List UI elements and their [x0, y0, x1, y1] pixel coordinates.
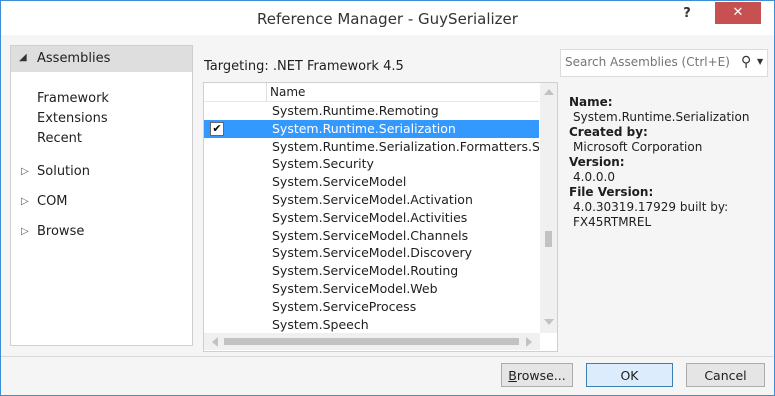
- tree-item-recent[interactable]: Recent: [37, 131, 82, 146]
- detail-file-version-value: 4.0.30319.17929 built by:: [573, 200, 729, 214]
- cancel-button[interactable]: Cancel: [686, 363, 765, 387]
- assembly-name: System.ServiceModel.Web: [272, 280, 438, 296]
- footer-divider: [1, 356, 774, 357]
- list-item[interactable]: System.Runtime.Serialization.Formatters.…: [204, 138, 539, 156]
- search-box[interactable]: ⚲ ▼: [560, 49, 768, 77]
- assembly-name: System.ServiceModel.Activities: [272, 209, 468, 225]
- detail-version-label: Version:: [569, 155, 625, 169]
- detail-file-version-label: File Version:: [569, 185, 654, 199]
- assembly-name: System.Runtime.Serialization.Formatters.…: [272, 138, 539, 154]
- list-item[interactable]: System.Security: [204, 155, 539, 173]
- browse-button[interactable]: Browse...: [501, 363, 573, 387]
- detail-file-version-extra: FX45RTMREL: [573, 215, 652, 229]
- checkbox-checked[interactable]: ✔: [210, 121, 224, 136]
- collapsed-triangle-icon[interactable]: ▷: [21, 166, 29, 177]
- window-title: Reference Manager - GuySerializer: [257, 10, 518, 28]
- targeting-label: Targeting: .NET Framework 4.5: [204, 59, 404, 74]
- tree-node-label: Assemblies: [37, 51, 111, 66]
- detail-created-value: Microsoft Corporation: [573, 140, 703, 154]
- tree-item-framework[interactable]: Framework: [37, 91, 109, 106]
- assembly-details: Name: System.Runtime.Serialization Creat…: [569, 95, 769, 230]
- list-item[interactable]: System.ServiceModel.Web: [204, 280, 539, 298]
- tree-item-extensions[interactable]: Extensions: [37, 111, 108, 126]
- assembly-rows: System.Runtime.Remoting ✔ System.Runtime.S…: [204, 102, 539, 333]
- list-item[interactable]: System.ServiceModel.Channels: [204, 227, 539, 245]
- list-item[interactable]: System.Runtime.Remoting: [204, 102, 539, 120]
- column-header-name[interactable]: Name: [270, 85, 305, 99]
- vertical-scrollbar[interactable]: [540, 83, 557, 333]
- tree-node-browse[interactable]: Browse: [37, 224, 84, 239]
- list-item[interactable]: System.ServiceModel.Activities: [204, 209, 539, 227]
- list-item[interactable]: ✔ System.Runtime.Serialization: [204, 119, 539, 138]
- tree-node-solution[interactable]: Solution: [37, 164, 90, 179]
- close-button[interactable]: ✕: [715, 2, 761, 24]
- tree-node-com[interactable]: COM: [37, 194, 68, 209]
- assembly-name: System.ServiceProcess: [272, 298, 417, 314]
- help-button[interactable]: ?: [673, 3, 701, 25]
- browse-button-label: rowse...: [516, 368, 566, 383]
- collapsed-triangle-icon[interactable]: ▷: [21, 196, 29, 207]
- assembly-name: System.ServiceModel.Discovery: [272, 245, 473, 261]
- collapsed-triangle-icon[interactable]: ▷: [21, 226, 29, 237]
- list-item[interactable]: System.Speech: [204, 316, 539, 334]
- list-item[interactable]: System.ServiceModel: [204, 173, 539, 191]
- assembly-list[interactable]: Name System.Runtime.Remoting ✔ System.Runt…: [203, 82, 558, 352]
- assembly-name: System.Runtime.Serialization: [272, 120, 456, 136]
- detail-name-value: System.Runtime.Serialization: [573, 110, 750, 124]
- scroll-down-icon[interactable]: [544, 319, 554, 325]
- assembly-name: System.ServiceModel: [272, 174, 407, 190]
- scroll-right-icon[interactable]: [526, 337, 532, 347]
- chevron-down-icon[interactable]: ▼: [757, 57, 763, 66]
- category-tree: ◢ Assemblies Framework Extensions Recent…: [10, 45, 193, 346]
- search-icon[interactable]: ⚲: [741, 54, 751, 70]
- search-input[interactable]: [565, 53, 735, 71]
- scroll-left-icon[interactable]: [212, 337, 218, 347]
- list-item[interactable]: System.ServiceModel.Routing: [204, 262, 539, 280]
- detail-created-label: Created by:: [569, 125, 648, 139]
- list-item[interactable]: System.ServiceModel.Activation: [204, 191, 539, 209]
- expanded-triangle-icon[interactable]: ◢: [19, 52, 27, 63]
- detail-version-value: 4.0.0.0: [573, 170, 615, 184]
- assembly-name: System.ServiceModel.Activation: [272, 191, 473, 207]
- assembly-name: System.Speech: [272, 316, 369, 332]
- title-bar[interactable]: Reference Manager - GuySerializer ? ✕: [1, 1, 774, 35]
- horizontal-scrollbar[interactable]: [204, 333, 540, 350]
- ok-button[interactable]: OK: [586, 363, 673, 387]
- browse-mnemonic: B: [508, 368, 517, 383]
- detail-name-label: Name:: [569, 95, 613, 109]
- list-header: Name: [204, 83, 539, 102]
- reference-manager-window: Reference Manager - GuySerializer ? ✕ ◢ …: [0, 0, 775, 396]
- scroll-thumb[interactable]: [545, 231, 552, 247]
- tree-node-assemblies[interactable]: ◢ Assemblies: [11, 46, 192, 72]
- assembly-name: System.ServiceModel.Channels: [272, 227, 469, 243]
- assembly-name: System.ServiceModel.Routing: [272, 263, 459, 279]
- list-item[interactable]: System.ServiceProcess: [204, 298, 539, 316]
- list-item[interactable]: System.ServiceModel.Discovery: [204, 244, 539, 262]
- column-separator[interactable]: [266, 83, 267, 101]
- assembly-name: System.Runtime.Remoting: [272, 103, 439, 118]
- horizontal-scroll-thumb[interactable]: [224, 338, 519, 345]
- scroll-up-icon[interactable]: [544, 89, 554, 95]
- assembly-name: System.Security: [272, 156, 374, 172]
